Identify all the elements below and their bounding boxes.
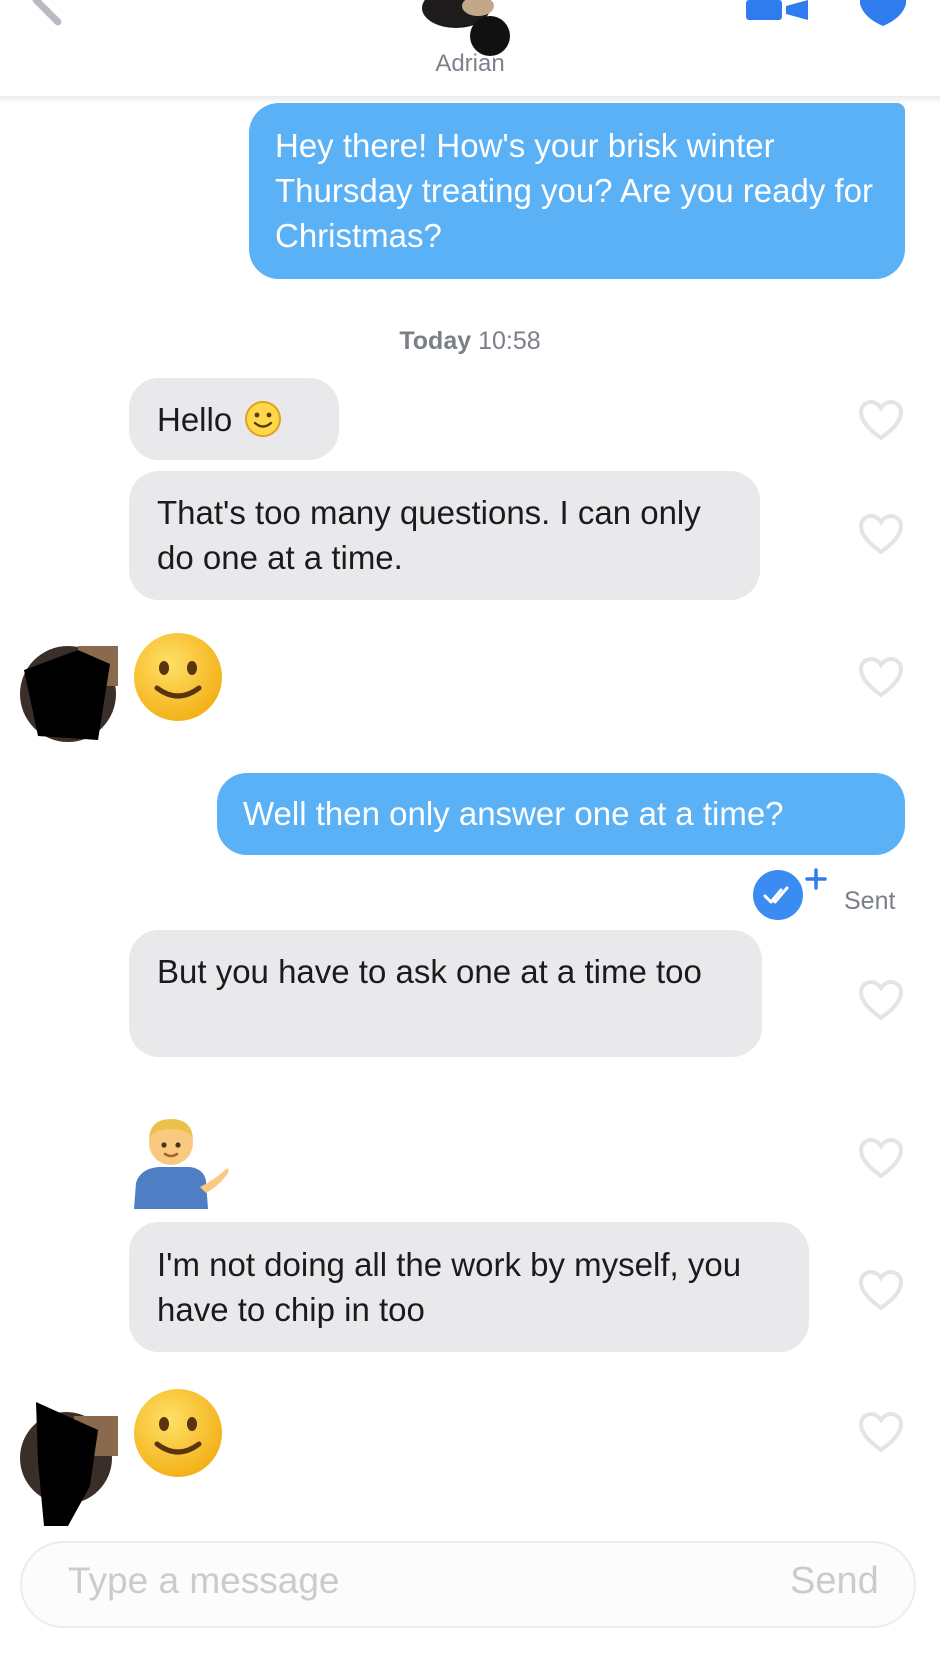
incoming-message[interactable]: Hello	[129, 378, 339, 460]
outgoing-message[interactable]: Hey there! How's your brisk winter Thurs…	[249, 103, 905, 279]
message-text: But you have to ask one at a time too	[157, 953, 702, 990]
back-icon[interactable]	[30, 0, 70, 26]
tipping-hand-person-emoji-icon[interactable]	[130, 1113, 234, 1209]
sender-avatar[interactable]	[18, 640, 118, 744]
read-receipt-badge	[753, 870, 803, 920]
match-name[interactable]: Adrian	[0, 50, 940, 78]
message-input[interactable]: Type a message	[68, 1560, 339, 1602]
incoming-message[interactable]: I'm not doing all the work by myself, yo…	[129, 1222, 809, 1352]
timestamp-day: Today	[399, 327, 472, 355]
message-text: That's too many questions. I can only do…	[157, 494, 701, 576]
like-heart-icon[interactable]	[857, 655, 905, 699]
video-call-icon[interactable]	[746, 0, 812, 22]
smiley-emoji-icon[interactable]	[131, 630, 225, 724]
message-text: Hello	[157, 400, 233, 438]
timestamp-time: 10:58	[478, 327, 541, 355]
like-heart-icon[interactable]	[857, 1268, 905, 1312]
message-text: Well then only answer one at a time?	[243, 795, 784, 832]
like-heart-icon[interactable]	[857, 1410, 905, 1454]
smiley-emoji-icon	[245, 401, 282, 437]
sender-avatar[interactable]	[18, 1402, 118, 1526]
like-heart-icon[interactable]	[857, 1136, 905, 1180]
send-button[interactable]: Send	[790, 1560, 879, 1603]
sent-status-label: Sent	[844, 887, 896, 915]
like-heart-icon[interactable]	[857, 978, 905, 1022]
double-check-icon	[763, 886, 789, 904]
message-text: I'm not doing all the work by myself, yo…	[157, 1246, 742, 1328]
like-heart-icon[interactable]	[857, 512, 905, 556]
smiley-emoji-icon[interactable]	[131, 1386, 225, 1480]
like-heart-icon[interactable]	[857, 398, 905, 442]
incoming-message[interactable]: But you have to ask one at a time too	[129, 930, 762, 1057]
plus-icon[interactable]	[805, 868, 827, 890]
message-timestamp: Today 10:58	[0, 327, 940, 356]
outgoing-message[interactable]: Well then only answer one at a time?	[217, 773, 905, 855]
message-text: Hey there! How's your brisk winter Thurs…	[275, 127, 873, 254]
safety-shield-icon[interactable]	[858, 0, 908, 26]
incoming-message[interactable]: That's too many questions. I can only do…	[129, 471, 760, 600]
